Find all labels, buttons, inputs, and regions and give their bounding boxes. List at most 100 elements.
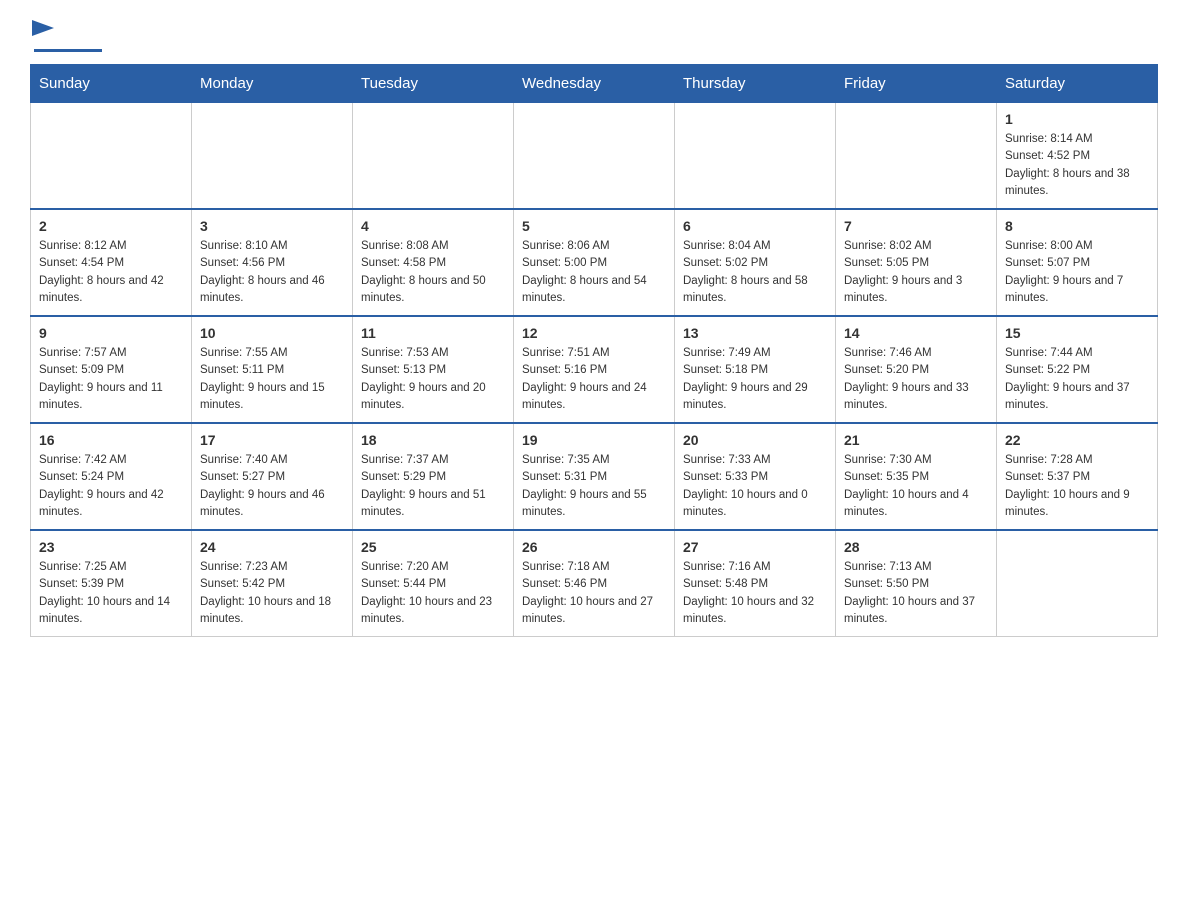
day-info: Sunrise: 7:18 AM Sunset: 5:46 PM Dayligh… bbox=[522, 559, 666, 628]
calendar-cell: 22Sunrise: 7:28 AM Sunset: 5:37 PM Dayli… bbox=[997, 423, 1158, 530]
day-info: Sunrise: 8:10 AM Sunset: 4:56 PM Dayligh… bbox=[200, 238, 344, 307]
day-info: Sunrise: 7:20 AM Sunset: 5:44 PM Dayligh… bbox=[361, 559, 505, 628]
calendar-cell: 17 Sunrise: 7:40 AM Sunset: 5:27 PM Dayli… bbox=[192, 423, 353, 530]
day-number: 8 bbox=[1005, 218, 1149, 234]
logo-flag-icon bbox=[32, 20, 54, 48]
day-info: Sunrise: 8:02 AM Sunset: 5:05 PM Dayligh… bbox=[844, 238, 988, 307]
day-info: Sunrise: 8:06 AM Sunset: 5:00 PM Dayligh… bbox=[522, 238, 666, 307]
calendar-cell: 8 Sunrise: 8:00 AM Sunset: 5:07 PM Daylig… bbox=[997, 209, 1158, 316]
calendar-cell: 3Sunrise: 8:10 AM Sunset: 4:56 PM Daylig… bbox=[192, 209, 353, 316]
calendar-week-row: 2 Sunrise: 8:12 AM Sunset: 4:54 PM Daylig… bbox=[31, 209, 1158, 316]
day-info: Sunrise: 8:08 AM Sunset: 4:58 PM Dayligh… bbox=[361, 238, 505, 307]
day-number: 6 bbox=[683, 218, 827, 234]
day-number: 9 bbox=[39, 325, 183, 341]
day-info: Sunrise: 7:33 AM Sunset: 5:33 PM Dayligh… bbox=[683, 452, 827, 521]
calendar-week-row: 1 Sunrise: 8:14 AM Sunset: 4:52 PM Daylig… bbox=[31, 103, 1158, 210]
day-info: Sunrise: 7:35 AM Sunset: 5:31 PM Dayligh… bbox=[522, 452, 666, 521]
day-info: Sunrise: 7:16 AM Sunset: 5:48 PM Dayligh… bbox=[683, 559, 827, 628]
calendar-cell: 5 Sunrise: 8:06 AM Sunset: 5:00 PM Daylig… bbox=[514, 209, 675, 316]
day-info: Sunrise: 7:30 AM Sunset: 5:35 PM Dayligh… bbox=[844, 452, 988, 521]
calendar-week-row: 23 Sunrise: 7:25 AM Sunset: 5:39 PM Dayli… bbox=[31, 530, 1158, 637]
day-number: 22 bbox=[1005, 432, 1149, 448]
day-info: Sunrise: 7:46 AM Sunset: 5:20 PM Dayligh… bbox=[844, 345, 988, 414]
day-info: Sunrise: 7:23 AM Sunset: 5:42 PM Dayligh… bbox=[200, 559, 344, 628]
day-number: 16 bbox=[39, 432, 183, 448]
calendar-cell bbox=[836, 103, 997, 210]
calendar-cell: 23 Sunrise: 7:25 AM Sunset: 5:39 PM Dayli… bbox=[31, 530, 192, 637]
day-info: Sunrise: 7:37 AM Sunset: 5:29 PM Dayligh… bbox=[361, 452, 505, 521]
weekday-header-sunday: Sunday bbox=[31, 65, 192, 103]
day-number: 4 bbox=[361, 218, 505, 234]
weekday-header-thursday: Thursday bbox=[675, 65, 836, 103]
day-number: 27 bbox=[683, 539, 827, 555]
calendar-cell: 26 Sunrise: 7:18 AM Sunset: 5:46 PM Dayli… bbox=[514, 530, 675, 637]
calendar-cell bbox=[31, 103, 192, 210]
day-number: 23 bbox=[39, 539, 183, 555]
weekday-header-friday: Friday bbox=[836, 65, 997, 103]
day-number: 12 bbox=[522, 325, 666, 341]
calendar-cell bbox=[675, 103, 836, 210]
calendar-cell: 25Sunrise: 7:20 AM Sunset: 5:44 PM Dayli… bbox=[353, 530, 514, 637]
day-number: 11 bbox=[361, 325, 505, 341]
day-number: 1 bbox=[1005, 111, 1149, 127]
day-info: Sunrise: 7:42 AM Sunset: 5:24 PM Dayligh… bbox=[39, 452, 183, 521]
calendar-header-row: SundayMondayTuesdayWednesdayThursdayFrid… bbox=[31, 65, 1158, 103]
day-info: Sunrise: 7:49 AM Sunset: 5:18 PM Dayligh… bbox=[683, 345, 827, 414]
day-info: Sunrise: 7:55 AM Sunset: 5:11 PM Dayligh… bbox=[200, 345, 344, 414]
calendar-cell: 1 Sunrise: 8:14 AM Sunset: 4:52 PM Daylig… bbox=[997, 103, 1158, 210]
day-info: Sunrise: 7:40 AM Sunset: 5:27 PM Dayligh… bbox=[200, 452, 344, 521]
logo bbox=[30, 20, 102, 54]
calendar-cell: 9 Sunrise: 7:57 AM Sunset: 5:09 PM Daylig… bbox=[31, 316, 192, 423]
day-info: Sunrise: 7:57 AM Sunset: 5:09 PM Dayligh… bbox=[39, 345, 183, 414]
calendar-cell: 13 Sunrise: 7:49 AM Sunset: 5:18 PM Dayli… bbox=[675, 316, 836, 423]
day-number: 14 bbox=[844, 325, 988, 341]
calendar-cell: 24 Sunrise: 7:23 AM Sunset: 5:42 PM Dayli… bbox=[192, 530, 353, 637]
calendar-cell: 14 Sunrise: 7:46 AM Sunset: 5:20 PM Dayli… bbox=[836, 316, 997, 423]
day-number: 5 bbox=[522, 218, 666, 234]
day-info: Sunrise: 8:14 AM Sunset: 4:52 PM Dayligh… bbox=[1005, 131, 1149, 200]
calendar-cell bbox=[353, 103, 514, 210]
day-number: 28 bbox=[844, 539, 988, 555]
calendar-cell: 18 Sunrise: 7:37 AM Sunset: 5:29 PM Dayli… bbox=[353, 423, 514, 530]
day-info: Sunrise: 8:12 AM Sunset: 4:54 PM Dayligh… bbox=[39, 238, 183, 307]
calendar-cell: 16 Sunrise: 7:42 AM Sunset: 5:24 PM Dayli… bbox=[31, 423, 192, 530]
day-number: 7 bbox=[844, 218, 988, 234]
day-info: Sunrise: 7:25 AM Sunset: 5:39 PM Dayligh… bbox=[39, 559, 183, 628]
calendar-week-row: 16 Sunrise: 7:42 AM Sunset: 5:24 PM Dayli… bbox=[31, 423, 1158, 530]
day-info: Sunrise: 7:53 AM Sunset: 5:13 PM Dayligh… bbox=[361, 345, 505, 414]
weekday-header-monday: Monday bbox=[192, 65, 353, 103]
day-number: 17 bbox=[200, 432, 344, 448]
calendar-cell bbox=[514, 103, 675, 210]
day-number: 2 bbox=[39, 218, 183, 234]
weekday-header-tuesday: Tuesday bbox=[353, 65, 514, 103]
day-info: Sunrise: 8:00 AM Sunset: 5:07 PM Dayligh… bbox=[1005, 238, 1149, 307]
page-header bbox=[30, 20, 1158, 54]
weekday-header-saturday: Saturday bbox=[997, 65, 1158, 103]
calendar-cell: 7 Sunrise: 8:02 AM Sunset: 5:05 PM Daylig… bbox=[836, 209, 997, 316]
calendar-cell: 11 Sunrise: 7:53 AM Sunset: 5:13 PM Dayli… bbox=[353, 316, 514, 423]
calendar-cell: 6Sunrise: 8:04 AM Sunset: 5:02 PM Daylig… bbox=[675, 209, 836, 316]
calendar-week-row: 9 Sunrise: 7:57 AM Sunset: 5:09 PM Daylig… bbox=[31, 316, 1158, 423]
calendar-cell bbox=[192, 103, 353, 210]
day-number: 13 bbox=[683, 325, 827, 341]
day-number: 24 bbox=[200, 539, 344, 555]
weekday-header-wednesday: Wednesday bbox=[514, 65, 675, 103]
calendar-cell: 27 Sunrise: 7:16 AM Sunset: 5:48 PM Dayli… bbox=[675, 530, 836, 637]
day-number: 19 bbox=[522, 432, 666, 448]
day-info: Sunrise: 7:44 AM Sunset: 5:22 PM Dayligh… bbox=[1005, 345, 1149, 414]
calendar-cell: 2 Sunrise: 8:12 AM Sunset: 4:54 PM Daylig… bbox=[31, 209, 192, 316]
day-number: 15 bbox=[1005, 325, 1149, 341]
day-number: 20 bbox=[683, 432, 827, 448]
day-info: Sunrise: 7:13 AM Sunset: 5:50 PM Dayligh… bbox=[844, 559, 988, 628]
day-number: 21 bbox=[844, 432, 988, 448]
calendar-cell: 10 Sunrise: 7:55 AM Sunset: 5:11 PM Dayli… bbox=[192, 316, 353, 423]
day-info: Sunrise: 7:51 AM Sunset: 5:16 PM Dayligh… bbox=[522, 345, 666, 414]
day-number: 18 bbox=[361, 432, 505, 448]
calendar-cell: 19 Sunrise: 7:35 AM Sunset: 5:31 PM Dayli… bbox=[514, 423, 675, 530]
calendar-cell bbox=[997, 530, 1158, 637]
day-number: 10 bbox=[200, 325, 344, 341]
calendar-cell: 4 Sunrise: 8:08 AM Sunset: 4:58 PM Daylig… bbox=[353, 209, 514, 316]
calendar-table: SundayMondayTuesdayWednesdayThursdayFrid… bbox=[30, 64, 1158, 637]
day-number: 26 bbox=[522, 539, 666, 555]
calendar-cell: 15 Sunrise: 7:44 AM Sunset: 5:22 PM Dayli… bbox=[997, 316, 1158, 423]
